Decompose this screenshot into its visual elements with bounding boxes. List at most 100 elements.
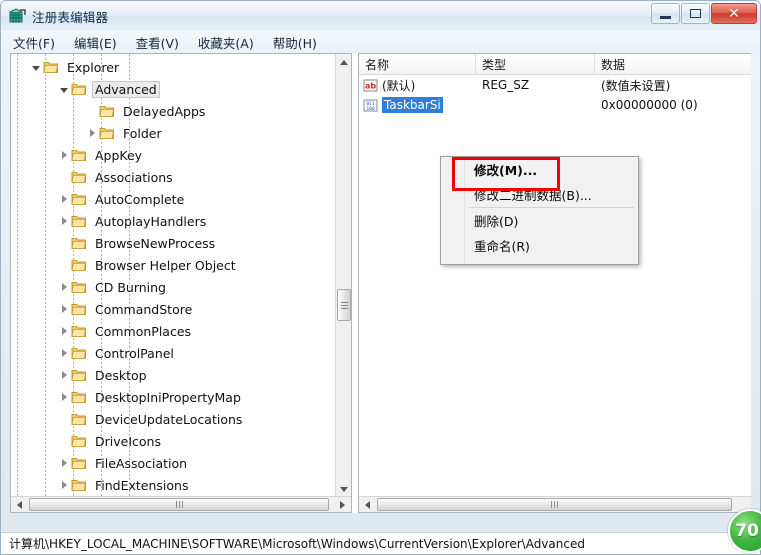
tree-item-label: Associations xyxy=(95,169,173,185)
context-menu-delete[interactable]: 删除(D) xyxy=(466,208,638,233)
context-menu-icon-strip xyxy=(441,157,465,264)
tree-expander-placeholder xyxy=(85,100,99,122)
chevron-right-icon[interactable] xyxy=(85,122,99,144)
menu-favorites[interactable]: 收藏夹(A) xyxy=(198,31,264,54)
binary-value-icon: 011 100 xyxy=(363,98,378,113)
table-row[interactable]: 011 100 TaskbarSi 0x00000000 (0) xyxy=(359,95,751,115)
folder-icon xyxy=(43,60,59,74)
scrollbar-thumb[interactable] xyxy=(377,498,732,511)
tree-item-browser-helper-object[interactable]: Browser Helper Object xyxy=(11,254,336,276)
folder-icon xyxy=(71,280,87,294)
context-menu-modify[interactable]: 修改(M)... xyxy=(466,157,638,182)
context-menu-modify-binary[interactable]: 修改二进制数据(B)... xyxy=(466,182,638,207)
tree-item-label: FindExtensions xyxy=(95,477,189,493)
chevron-down-icon[interactable] xyxy=(29,56,43,78)
tree-item-associations[interactable]: Associations xyxy=(11,166,336,188)
chevron-right-icon[interactable] xyxy=(57,144,71,166)
tree-item-autocomplete[interactable]: AutoComplete xyxy=(11,188,336,210)
tree-item-driveicons[interactable]: DriveIcons xyxy=(11,430,336,452)
string-value-icon: ab xyxy=(363,78,378,93)
value-name-text: TaskbarSi xyxy=(382,97,443,113)
context-menu-rename[interactable]: 重命名(R) xyxy=(466,233,638,258)
tree-vertical-scrollbar[interactable] xyxy=(335,54,351,498)
tree-item-desktopinipropertymap[interactable]: DesktopIniPropertyMap xyxy=(11,386,336,408)
tree-item-fileassociation[interactable]: FileAssociation xyxy=(11,452,336,474)
chevron-right-icon[interactable] xyxy=(57,320,71,342)
tree-item-folder[interactable]: Folder xyxy=(11,122,336,144)
scroll-left-button[interactable] xyxy=(359,497,376,512)
chevron-right-icon[interactable] xyxy=(57,188,71,210)
tree-item-label: Browser Helper Object xyxy=(95,257,236,273)
folder-icon xyxy=(71,346,87,360)
chevron-right-icon[interactable] xyxy=(57,342,71,364)
chevron-right-icon[interactable] xyxy=(57,298,71,320)
close-button[interactable]: ✕ xyxy=(711,3,757,24)
tree-item-label: CommonPlaces xyxy=(95,323,192,339)
menu-file[interactable]: 文件(F) xyxy=(13,31,65,54)
chevron-right-icon[interactable] xyxy=(57,210,71,232)
value-data-cell: (数值未设置) xyxy=(601,78,671,93)
close-icon: ✕ xyxy=(728,5,740,22)
column-header-type[interactable]: 类型 xyxy=(476,54,595,75)
tree-item-appkey[interactable]: AppKey xyxy=(11,144,336,166)
svg-text:ab: ab xyxy=(365,81,376,90)
tree-item-delayedapps[interactable]: DelayedApps xyxy=(11,100,336,122)
column-header-name[interactable]: 名称 xyxy=(359,54,476,75)
tree-item-label: CD Burning xyxy=(95,279,166,295)
folder-icon xyxy=(99,104,115,118)
folder-icon xyxy=(71,302,87,316)
minimize-button[interactable] xyxy=(651,3,680,24)
table-row[interactable]: ab (默认) REG_SZ (数值未设置) xyxy=(359,75,751,95)
tree-item-commonplaces[interactable]: CommonPlaces xyxy=(11,320,336,342)
list-horizontal-scrollbar[interactable] xyxy=(359,496,751,512)
column-header-data[interactable]: 数据 xyxy=(595,54,751,75)
tree-item-advanced[interactable]: Advanced xyxy=(11,78,336,100)
tree-horizontal-scrollbar[interactable] xyxy=(11,496,351,512)
window-controls: ✕ xyxy=(650,3,757,24)
tree-item-findextensions[interactable]: FindExtensions xyxy=(11,474,336,496)
chevron-right-icon[interactable] xyxy=(57,276,71,298)
menu-edit[interactable]: 编辑(E) xyxy=(74,31,127,54)
tree-item-label: Desktop xyxy=(95,367,147,383)
status-bar: 计算机\HKEY_LOCAL_MACHINE\SOFTWARE\Microsof… xyxy=(1,532,760,554)
scrollbar-thumb[interactable] xyxy=(29,498,329,511)
triangle-right-icon xyxy=(340,500,345,509)
registry-editor-window: 注册表编辑器 ✕ 文件(F) 编辑(E) 查看(V) 收藏夹(A) 帮助(H) xyxy=(0,0,761,555)
tree-item-cd-burning[interactable]: CD Burning xyxy=(11,276,336,298)
tree-item-browsenewprocess[interactable]: BrowseNewProcess xyxy=(11,232,336,254)
menu-help[interactable]: 帮助(H) xyxy=(273,31,327,54)
scroll-right-button[interactable] xyxy=(334,497,351,512)
tree-item-deviceupdatelocations[interactable]: DeviceUpdateLocations xyxy=(11,408,336,430)
chevron-down-icon[interactable] xyxy=(57,78,71,100)
chevron-right-icon[interactable] xyxy=(57,386,71,408)
maximize-icon xyxy=(690,9,701,18)
value-name-cell: ab (默认) xyxy=(359,77,476,94)
tree-item-autoplayhandlers[interactable]: AutoplayHandlers xyxy=(11,210,336,232)
list-body: ab (默认) REG_SZ (数值未设置) 011 100 TaskbarSi 0x0000… xyxy=(359,75,751,115)
title-bar[interactable]: 注册表编辑器 ✕ xyxy=(1,1,760,31)
menu-view[interactable]: 查看(V) xyxy=(136,31,189,54)
tree-item-controlpanel[interactable]: ControlPanel xyxy=(11,342,336,364)
maximize-button[interactable] xyxy=(681,3,710,24)
tree-item-desktop[interactable]: Desktop xyxy=(11,364,336,386)
triangle-left-icon xyxy=(365,500,370,509)
triangle-down-icon xyxy=(340,487,348,492)
folder-icon xyxy=(71,258,87,272)
scroll-up-button[interactable] xyxy=(336,54,351,71)
scrollbar-thumb[interactable] xyxy=(337,289,351,321)
tree-item-label: BrowseNewProcess xyxy=(95,235,216,251)
folder-icon xyxy=(71,456,87,470)
tree-item-label: CommandStore xyxy=(95,301,193,317)
triangle-up-icon xyxy=(340,60,348,65)
chevron-right-icon[interactable] xyxy=(57,452,71,474)
client-area: Explorer Advanced DelayedApps Folder AppKey A… xyxy=(10,53,751,513)
chevron-right-icon[interactable] xyxy=(57,364,71,386)
chevron-right-icon[interactable] xyxy=(57,474,71,496)
folder-icon xyxy=(71,148,87,162)
tree-item-commandstore[interactable]: CommandStore xyxy=(11,298,336,320)
tree-expander-placeholder xyxy=(57,408,71,430)
tree-item-label: Folder xyxy=(123,125,162,141)
folder-icon xyxy=(71,214,87,228)
tree-item-explorer[interactable]: Explorer xyxy=(11,56,336,78)
scroll-left-button[interactable] xyxy=(11,497,28,512)
